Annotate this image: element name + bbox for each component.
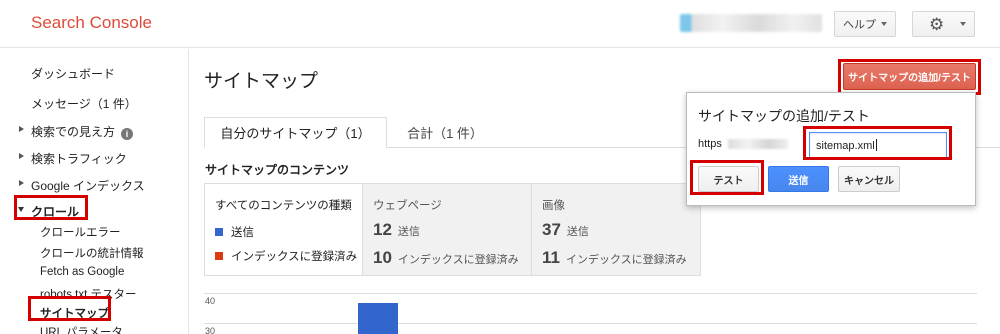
page-title: サイトマップ [204,71,319,92]
gear-icon: ⚙ [929,14,945,34]
url-prefix: https [698,138,722,150]
sidebar-item-dashboard[interactable]: ダッシュボード [31,65,115,82]
legend-swatch-red [215,252,223,260]
app-logo[interactable]: Search Console [31,13,152,33]
sidebar-item-crawl[interactable]: クロール [31,203,79,220]
panel-heading: ウェブページ [373,200,442,212]
text-cursor [875,139,877,151]
stat-indexed: 11 インデックスに登録済み [542,248,687,268]
sidebar-subitem-crawl-errors[interactable]: クロールエラー [40,224,121,240]
legend-submitted: 送信 [215,224,254,240]
add-test-sitemap-button[interactable]: サイトマップの追加/テスト [843,63,976,90]
panel-heading: すべてのコンテンツの種類 [215,200,352,212]
chevron-down-icon [18,207,24,212]
chevron-right-icon [19,153,24,159]
chart-gridline [204,323,977,324]
legend-label: インデックスに登録済み [231,251,358,263]
sidebar-item-label: 検索での見え方 [31,125,116,139]
chart-bar-submitted [358,303,398,334]
panel-images[interactable]: 画像 37 送信 11 インデックスに登録済み [531,183,701,276]
settings-button[interactable]: ⚙ [912,11,975,37]
sitemap-path-input[interactable]: sitemap.xml [809,132,947,158]
chevron-down-icon [881,22,887,26]
sidebar-subitem-sitemaps[interactable]: サイトマップ [40,305,109,321]
stat-submitted: 12 送信 [373,220,420,240]
stat-label: 送信 [566,226,589,238]
stat-label: インデックスに登録済み [397,254,519,266]
help-button-label: ヘルプ [843,19,876,31]
chart-gridline [204,293,977,294]
panel-web-pages[interactable]: ウェブページ 12 送信 10 インデックスに登録済み [362,183,532,276]
sidebar-item-messages[interactable]: メッセージ（1 件） [31,95,137,112]
chevron-right-icon [19,126,24,132]
submit-button[interactable]: 送信 [768,166,829,192]
account-name-blurred[interactable] [680,14,822,32]
panel-heading: 画像 [542,200,565,212]
sidebar-subitem-robots-tester[interactable]: robots.txt テスター [40,286,137,302]
tab-all-sitemaps[interactable]: 合計（1 件） [400,117,490,148]
info-icon[interactable]: i [121,128,134,140]
legend-label: 送信 [231,227,254,239]
chevron-down-icon [960,22,966,26]
stat-label: 送信 [397,226,420,238]
add-sitemap-popup: サイトマップの追加/テスト https sitemap.xml テスト 送信 キ… [686,92,976,206]
legend-indexed: インデックスに登録済み [215,248,357,264]
search-console-page: Search Console ヘルプ ⚙ ダッシュボード メッセージ（1 件） … [0,0,1000,334]
sidebar-item-search-traffic[interactable]: 検索トラフィック [31,150,127,167]
stat-number: 37 [542,220,561,239]
stat-number: 11 [542,248,560,267]
sidebar: ダッシュボード メッセージ（1 件） 検索での見え方 i 検索トラフィック Goo… [0,49,189,334]
help-button[interactable]: ヘルプ [834,11,896,37]
stat-label: インデックスに登録済み [565,254,687,266]
tab-my-sitemaps[interactable]: 自分のサイトマップ（1） [204,117,387,148]
test-button[interactable]: テスト [698,166,759,192]
panel-all-content[interactable]: すべてのコンテンツの種類 送信 インデックスに登録済み [204,183,362,276]
y-tick-label: 40 [205,296,216,306]
top-header: Search Console ヘルプ ⚙ [0,0,1000,48]
stat-indexed: 10 インデックスに登録済み [373,248,519,268]
input-value: sitemap.xml [816,140,875,152]
sidebar-item-google-index[interactable]: Google インデックス [31,177,145,194]
stat-number: 10 [373,248,392,267]
chevron-right-icon [19,180,24,186]
stat-submitted: 37 送信 [542,220,589,240]
popup-title: サイトマップの追加/テスト [698,108,870,124]
sidebar-subitem-fetch-as-google[interactable]: Fetch as Google [40,266,124,278]
sidebar-subitem-crawl-stats[interactable]: クロールの統計情報 [40,245,144,261]
sidebar-item-search-appearance[interactable]: 検索での見え方 i [31,123,134,140]
sidebar-subitem-url-parameters[interactable]: URL パラメータ [40,324,123,334]
cancel-button[interactable]: キャンセル [838,166,900,192]
y-tick-label: 30 [205,326,216,334]
contents-heading: サイトマップのコンテンツ [205,163,350,177]
stat-number: 12 [373,220,392,239]
url-domain-blurred [728,139,788,149]
legend-swatch-blue [215,228,223,236]
